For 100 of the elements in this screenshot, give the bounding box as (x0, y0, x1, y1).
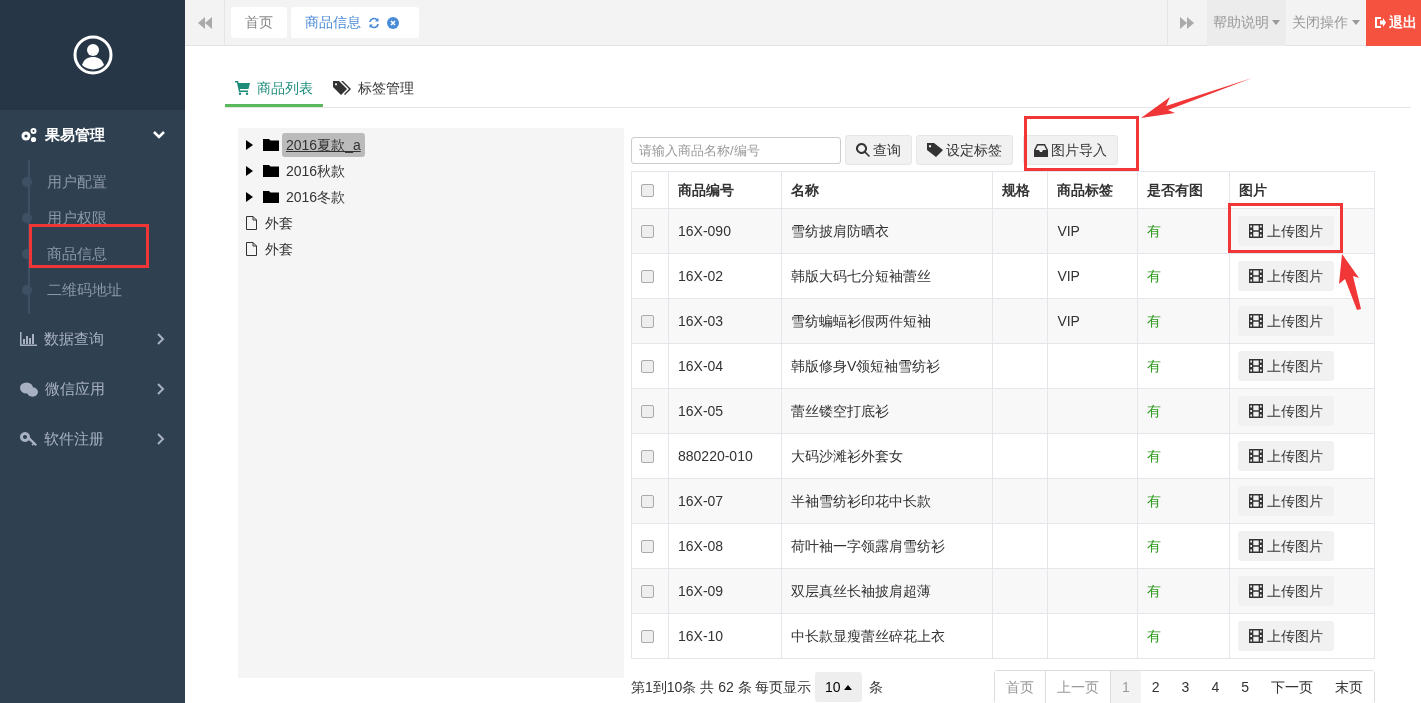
table-cell: 半袖雪纺衫印花中长款 (790, 492, 931, 509)
checkbox[interactable] (641, 450, 654, 464)
checkbox[interactable] (641, 540, 654, 554)
checkbox[interactable] (641, 585, 654, 599)
column-header: 名称 (781, 171, 993, 209)
upload-image-button[interactable]: 上传图片 (1238, 396, 1334, 426)
search-field[interactable]: 请输入商品名称/编号 (631, 136, 841, 164)
upload-image-button[interactable]: 上传图片 (1238, 216, 1334, 246)
fast-forward-icon[interactable] (1180, 16, 1194, 29)
table-cell: 有 (1147, 402, 1162, 419)
checkbox[interactable] (641, 360, 654, 374)
table-cell: 韩版修身V领短袖雪纺衫 (790, 357, 941, 374)
arrow (1339, 254, 1361, 310)
rewind-icon[interactable] (197, 16, 212, 29)
toolbar-button[interactable]: 设定标签 (915, 135, 1013, 165)
table-cell: 16X-03 (678, 312, 724, 329)
column-header: 是否有图 (1137, 171, 1230, 209)
tag-icon (926, 143, 943, 157)
table-cell: 有 (1147, 267, 1162, 284)
table-cell: 16X-05 (678, 402, 724, 419)
tab[interactable]: 标签管理 (323, 72, 424, 107)
film-icon (1249, 494, 1264, 508)
table-cell: 有 (1147, 537, 1162, 554)
film-icon (1249, 359, 1264, 373)
table-cell: 16X-10 (678, 627, 724, 644)
toolbar-button[interactable]: 图片导入 (1022, 135, 1118, 165)
upload-image-button[interactable]: 上传图片 (1238, 486, 1334, 516)
table-cell: 16X-08 (678, 537, 724, 554)
tab[interactable]: 商品列表 (225, 72, 323, 107)
tags-icon (333, 80, 351, 96)
upload-image-button[interactable]: 上传图片 (1238, 351, 1334, 381)
upload-image-button[interactable]: 上传图片 (1238, 261, 1334, 291)
upload-image-button[interactable]: 上传图片 (1238, 621, 1334, 651)
page-tab[interactable]: 首页 (231, 7, 287, 38)
caret-up-icon (844, 684, 853, 690)
checkbox[interactable] (641, 405, 654, 419)
toolbar-button[interactable]: 查询 (844, 135, 912, 165)
film-icon (1249, 224, 1264, 238)
table-cell: 中长款显瘦蕾丝碎花上衣 (790, 627, 945, 644)
table-cell: 大码沙滩衫外套女 (790, 447, 903, 464)
checkbox[interactable] (641, 225, 654, 239)
caret-right-icon[interactable] (246, 139, 253, 150)
column-header: 规格 (992, 171, 1048, 209)
checkbox[interactable] (641, 270, 654, 284)
upload-image-button[interactable]: 上传图片 (1238, 441, 1334, 471)
menu-group[interactable]: 果易管理 (0, 110, 185, 160)
menu-group[interactable]: 微信应用 (0, 364, 185, 414)
table-cell: 16X-09 (678, 582, 724, 599)
upload-image-button[interactable]: 上传图片 (1238, 576, 1334, 606)
menu-group[interactable]: 数据查询 (0, 314, 185, 364)
tree-node[interactable]: 2016夏款_a (282, 132, 365, 157)
film-icon (1249, 314, 1264, 328)
upload-image-button[interactable]: 上传图片 (1238, 531, 1334, 561)
film-icon (1249, 269, 1264, 283)
table-cell: 有 (1147, 492, 1162, 509)
refresh-icon (368, 16, 380, 29)
search-icon (855, 143, 870, 157)
folder-icon (262, 164, 279, 177)
table-cell: 有 (1147, 222, 1162, 239)
menu-item[interactable]: 二维码地址 (47, 278, 122, 302)
tree-node[interactable]: 2016冬款 (282, 184, 350, 209)
bar-chart-icon (20, 332, 37, 346)
chat-bubbles-icon (20, 381, 38, 397)
file-icon (246, 241, 257, 256)
gears-icon (20, 127, 38, 143)
folder-icon (262, 138, 279, 151)
film-icon (1249, 449, 1264, 463)
menu-group[interactable]: 软件注册 (0, 414, 185, 464)
menu-item[interactable]: 用户权限 (47, 206, 107, 230)
tree-node[interactable]: 外套 (260, 210, 297, 235)
tree-node[interactable]: 2016秋款 (282, 158, 350, 183)
inbox-icon (1033, 143, 1048, 157)
caret-down-icon (1351, 20, 1360, 25)
menu-item[interactable]: 用户配置 (47, 170, 107, 194)
chevron-right-icon (157, 383, 165, 395)
menu-item[interactable]: 商品信息 (47, 242, 107, 266)
table-cell: 有 (1147, 357, 1162, 374)
table-cell: 韩版大码七分短袖蕾丝 (790, 267, 931, 284)
table-cell: 有 (1147, 582, 1162, 599)
checkbox[interactable] (641, 495, 654, 509)
table-cell: 16X-07 (678, 492, 724, 509)
table-cell: 880220-010 (678, 447, 753, 464)
checkbox[interactable] (641, 184, 654, 198)
chevron-right-icon (157, 333, 165, 345)
page-size-dropdown[interactable]: 10 (815, 672, 863, 702)
close-icon (387, 16, 399, 29)
caret-right-icon[interactable] (246, 165, 253, 176)
folder-icon (262, 190, 279, 203)
checkbox[interactable] (641, 630, 654, 644)
caret-right-icon[interactable] (246, 191, 253, 202)
upload-image-button[interactable]: 上传图片 (1238, 306, 1334, 336)
column-header: 商品编号 (668, 171, 782, 209)
tree-node[interactable]: 外套 (260, 236, 297, 261)
table-cell: 有 (1147, 627, 1162, 644)
timeline-dot (22, 213, 32, 223)
checkbox[interactable] (641, 315, 654, 329)
table-cell: 16X-090 (678, 222, 731, 239)
chevron-down-icon (153, 131, 165, 139)
page-summary: 第1到10条 共 62 条 每页显示 (631, 677, 812, 697)
page-tab[interactable]: 商品信息 (291, 7, 419, 38)
